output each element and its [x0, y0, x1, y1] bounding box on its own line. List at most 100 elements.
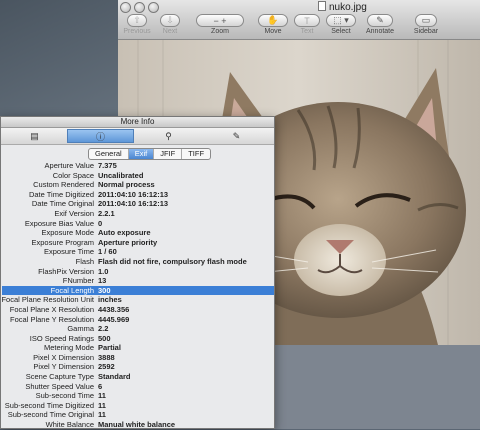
exif-key: Date Time Digitized: [28, 189, 94, 199]
exif-row[interactable]: Metering Mode Partial: [2, 343, 274, 353]
exif-key: Aperture Value: [44, 161, 94, 170]
tab-general-info[interactable]: ▤: [1, 129, 68, 143]
exif-value: Flash did not fire, compulsory flash mod…: [98, 256, 247, 266]
exif-row[interactable]: Pixel Y Dimension 2592: [2, 362, 274, 372]
close-window-button[interactable]: [120, 2, 131, 13]
exif-key: Exposure Bias Value: [24, 218, 94, 228]
select-tool-button[interactable]: ⬚ ▾ Select: [324, 14, 358, 35]
exif-key: Exposure Program: [31, 237, 94, 247]
exif-key: FlashPix Version: [38, 266, 94, 276]
exif-key: Focal Plane X Resolution: [9, 304, 94, 314]
zoom-window-button[interactable]: [148, 2, 159, 13]
exif-row[interactable]: Exposure Time 1 / 60: [2, 247, 274, 257]
exif-row[interactable]: Sub-second Time 11: [2, 391, 274, 401]
exif-key: Exif Version: [54, 208, 94, 218]
hand-icon: ✋: [258, 14, 288, 27]
exif-row[interactable]: Sub-second Time Original 11: [2, 410, 274, 420]
exif-row[interactable]: Exif Version 2.2.1: [2, 209, 274, 219]
down-arrow-icon: ⇩: [160, 14, 180, 27]
exif-property-list: Aperture Value 7.375 Color Space Uncalibrat…: [1, 161, 274, 430]
tab-more-info[interactable]: ⓘ: [67, 129, 134, 143]
tab-annotations[interactable]: ✎: [203, 129, 270, 143]
exif-value: 2011:04:10 16:12:13: [98, 199, 169, 209]
exif-value: 2.2: [98, 324, 109, 334]
exif-row[interactable]: Sub-second Time Digitized 11: [2, 401, 274, 411]
exif-key: ISO Speed Ratings: [29, 333, 94, 343]
zoom-out-in-icon[interactable]: − +: [196, 14, 244, 27]
text-tool-button[interactable]: T Text: [292, 14, 322, 35]
exif-key: Custom Rendered: [33, 180, 94, 190]
exif-row[interactable]: Shutter Speed Value 6: [2, 382, 274, 392]
info-icon: ⓘ: [95, 132, 105, 142]
minimize-window-button[interactable]: [134, 2, 145, 13]
more-info-titlebar[interactable]: More Info: [1, 117, 274, 128]
exif-key: Pixel Y Dimension: [33, 362, 94, 372]
exif-value: 7.375: [98, 161, 117, 170]
exif-row[interactable]: White Balance Manual white balance: [2, 420, 274, 430]
exif-row[interactable]: Date Time Original 2011:04:10 16:12:13: [2, 199, 274, 209]
exif-key: Sub-second Time Digitized: [4, 400, 94, 410]
sidebar-icon: ▭: [415, 14, 437, 27]
exif-row[interactable]: Exposure Program Aperture priority: [2, 238, 274, 248]
metadata-subtabs: General Exif JFIF TIFF: [88, 148, 212, 160]
exif-value: 13: [98, 276, 107, 286]
exif-value: 2592: [98, 362, 115, 372]
subtab-tiff[interactable]: TIFF: [182, 149, 210, 159]
exif-value: Standard: [98, 372, 131, 382]
exif-key: Sub-second Time Original: [7, 410, 94, 420]
exif-row[interactable]: Pixel X Dimension 3888: [2, 353, 274, 363]
exif-key: Sub-second Time: [35, 391, 94, 401]
exif-row[interactable]: Gamma 2.2: [2, 324, 274, 334]
exif-key: Metering Mode: [43, 343, 94, 353]
more-info-panel: More Info ▤ ⓘ ⚲ ✎ General Exif JFIF TIFF…: [0, 116, 275, 429]
exif-row[interactable]: Aperture Value 7.375: [2, 161, 274, 171]
sidebar-button[interactable]: ▭ Sidebar: [408, 14, 444, 35]
tab-keywords[interactable]: ⚲: [135, 129, 202, 143]
info-tab-bar: ▤ ⓘ ⚲ ✎: [1, 128, 274, 145]
exif-key: Focal Plane Y Resolution: [10, 314, 94, 324]
previous-button[interactable]: ⇧ Previous: [120, 14, 154, 35]
exif-row[interactable]: ISO Speed Ratings 500: [2, 334, 274, 344]
exif-key: Flash: [75, 256, 94, 266]
rectangle-select-icon: ⬚ ▾: [326, 14, 356, 27]
exif-value: 1 / 60: [98, 247, 117, 257]
exif-key: White Balance: [45, 420, 94, 430]
exif-value: 11: [98, 400, 106, 410]
exif-key: Focal Plane Resolution Unit: [1, 295, 94, 305]
exif-value: Aperture priority: [98, 237, 158, 247]
exif-value: 300: [98, 285, 111, 295]
next-button[interactable]: ⇩ Next: [156, 14, 184, 35]
exif-row[interactable]: FNumber 13: [2, 276, 274, 286]
exif-key: Shutter Speed Value: [25, 381, 94, 391]
subtab-jfif[interactable]: JFIF: [154, 149, 183, 159]
exif-row[interactable]: Exposure Mode Auto exposure: [2, 228, 274, 238]
move-tool-button[interactable]: ✋ Move: [256, 14, 290, 35]
exif-value: Normal process: [98, 180, 155, 190]
exif-row[interactable]: Focal Plane Y Resolution 4445.969: [2, 315, 274, 325]
exif-value: 3888: [98, 352, 115, 362]
exif-row[interactable]: FlashPix Version 1.0: [2, 267, 274, 277]
exif-row[interactable]: Exposure Bias Value 0: [2, 219, 274, 229]
subtab-exif[interactable]: Exif: [128, 149, 155, 159]
exif-row[interactable]: Focal Plane Resolution Unit inches: [1, 295, 274, 305]
exif-key: Color Space: [52, 170, 94, 180]
subtab-general[interactable]: General: [89, 149, 129, 159]
zoom-control[interactable]: − + Zoom: [194, 14, 246, 35]
exif-row[interactable]: Custom Rendered Normal process: [2, 180, 274, 190]
preview-titlebar[interactable]: nuko.jpg ⇧ Previous ⇩ Next − + Zoom ✋ Mo…: [118, 0, 480, 40]
pencil-icon: ✎: [232, 131, 241, 141]
annotate-button[interactable]: ✎ Annotate: [362, 14, 398, 35]
exif-row[interactable]: Date Time Digitized 2011:04:10 16:12:13: [2, 190, 274, 200]
exif-value: 11: [98, 391, 106, 401]
exif-row[interactable]: Color Space Uncalibrated: [2, 171, 274, 181]
exif-row[interactable]: Focal Plane X Resolution 4438.356: [2, 305, 274, 315]
exif-value: 6: [98, 381, 103, 391]
jpeg-document-icon: [318, 1, 326, 11]
exif-row[interactable]: Focal Length 300: [2, 285, 274, 296]
exif-key: Pixel X Dimension: [33, 352, 94, 362]
exif-value: 11: [98, 410, 106, 420]
exif-value: Uncalibrated: [98, 170, 144, 180]
exif-row[interactable]: Flash Flash did not fire, compulsory flas…: [2, 257, 274, 267]
exif-value: Partial: [98, 343, 121, 353]
exif-row[interactable]: Scene Capture Type Standard: [2, 372, 274, 382]
